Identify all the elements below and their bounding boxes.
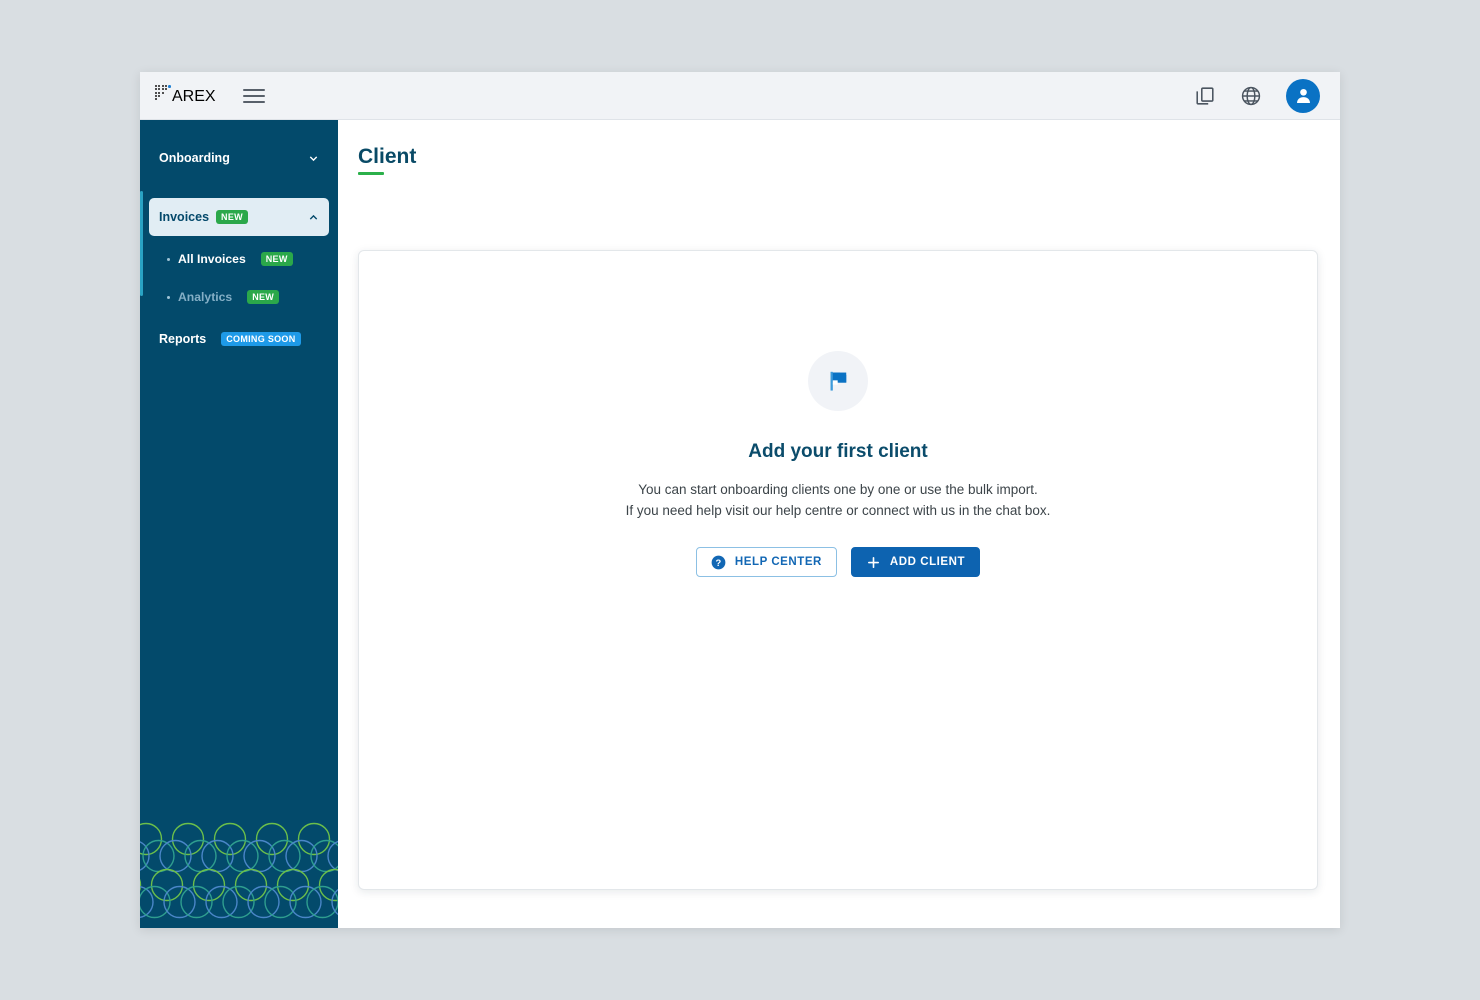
- dot-matrix-logo-icon: [155, 85, 171, 102]
- hamburger-menu-icon[interactable]: [242, 84, 267, 108]
- copy-icon[interactable]: [1194, 85, 1216, 107]
- circles-pattern-decoration: [140, 818, 338, 928]
- sidebar-item-onboarding[interactable]: Onboarding: [149, 140, 329, 176]
- sidebar-item-invoices[interactable]: Invoices NEW: [140, 191, 329, 296]
- sidebar-subitem-label: All Invoices: [178, 252, 246, 266]
- plus-icon: [867, 556, 879, 568]
- top-bar: AREX: [140, 72, 1340, 120]
- question-circle-icon: ?: [711, 555, 726, 569]
- empty-state-actions: ? HELP CENTER ADD CLIENT: [695, 547, 981, 578]
- sidebar-item-analytics[interactable]: Analytics NEW: [140, 282, 338, 312]
- sidebar-item-reports[interactable]: Reports COMING SOON: [140, 332, 338, 347]
- flag-icon: [830, 371, 847, 391]
- hamburger-line: [242, 94, 265, 97]
- status-badge-coming-soon: COMING SOON: [221, 332, 301, 347]
- status-badge-new: NEW: [260, 251, 293, 267]
- app-window: AREX Onboarding Invoices NEW All Invoice…: [140, 72, 1340, 928]
- sidebar-item-all-invoices[interactable]: All Invoices NEW: [140, 244, 338, 274]
- content-card: Add your first client You can start onbo…: [358, 250, 1318, 890]
- sidebar-group-invoices: Invoices NEW All Invoices NEW Analytics …: [140, 191, 338, 312]
- bullet-dot-icon: [167, 257, 170, 261]
- empty-state-heading: Add your first client: [748, 441, 928, 462]
- brand-name: AREX: [172, 88, 216, 105]
- chevron-down-icon: [309, 155, 318, 161]
- bullet-dot-icon: [167, 295, 170, 299]
- page-header: Client: [358, 145, 1340, 176]
- active-accent-bar: [140, 191, 143, 296]
- title-underline: [358, 172, 384, 176]
- circles-pattern-icon: [140, 822, 338, 919]
- sidebar: Onboarding Invoices NEW All Invoices NEW: [140, 120, 338, 928]
- flag-icon-badge: [808, 351, 868, 411]
- sidebar-item-label: Invoices: [159, 210, 210, 224]
- empty-state-body: You can start onboarding clients one by …: [626, 480, 1051, 521]
- status-badge-new: NEW: [216, 209, 248, 225]
- empty-state-body-line-1: You can start onboarding clients one by …: [638, 482, 1038, 497]
- status-badge-new: NEW: [247, 289, 280, 305]
- chevron-up-icon: [309, 214, 318, 220]
- user-avatar-icon: [1296, 88, 1310, 103]
- hamburger-line: [242, 100, 265, 103]
- add-client-button[interactable]: ADD CLIENT: [850, 547, 981, 578]
- hamburger-line: [242, 88, 265, 91]
- brand-logo[interactable]: AREX: [155, 85, 216, 106]
- empty-state: Add your first client You can start onbo…: [359, 351, 1317, 578]
- empty-state-body-line-2: If you need help visit our help centre o…: [625, 502, 1051, 518]
- page-title: Client: [358, 145, 417, 168]
- help-center-button[interactable]: ? HELP CENTER: [695, 547, 837, 578]
- add-client-button-label: ADD CLIENT: [889, 556, 966, 569]
- help-center-button-label: HELP CENTER: [734, 556, 822, 569]
- sidebar-item-label: Reports: [159, 332, 207, 347]
- main-content: Client Add your first client You can sta…: [338, 120, 1340, 928]
- sidebar-subitem-label: Analytics: [178, 290, 233, 304]
- globe-icon[interactable]: [1240, 85, 1262, 107]
- svg-text:?: ?: [715, 557, 721, 567]
- top-bar-actions: [1194, 78, 1320, 113]
- sidebar-item-label: Onboarding: [159, 151, 230, 165]
- account-avatar[interactable]: [1286, 78, 1320, 113]
